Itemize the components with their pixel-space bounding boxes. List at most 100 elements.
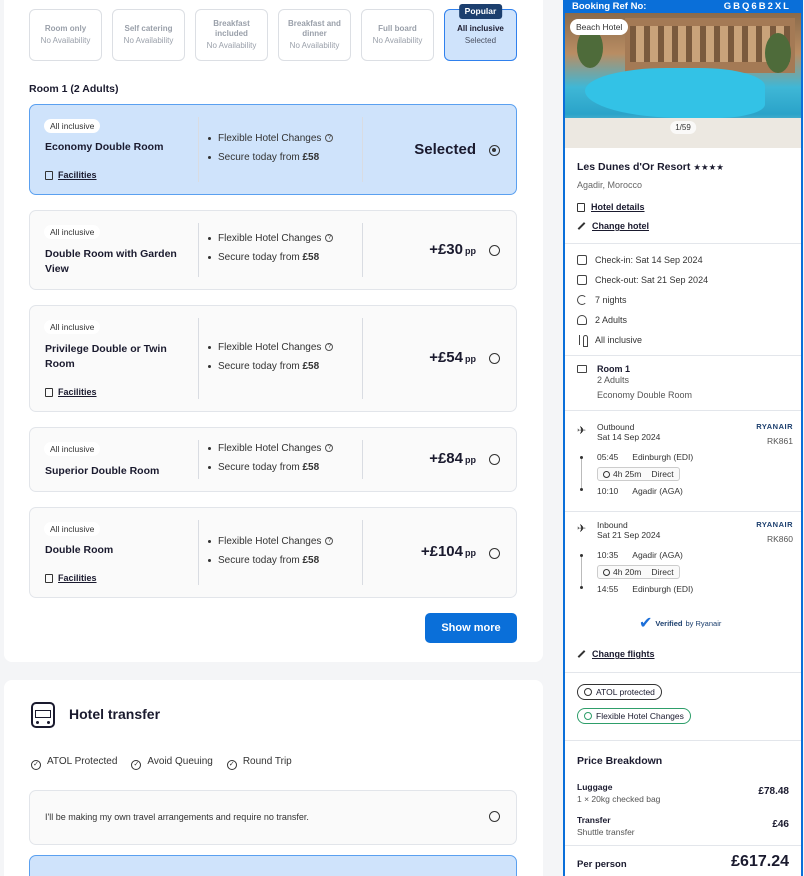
room-type: Economy Double Room xyxy=(597,390,693,400)
pencil-icon xyxy=(577,650,586,658)
feature-secure: Secure today from xyxy=(218,555,303,566)
board-room-only[interactable]: Room only No Availability xyxy=(29,9,102,61)
room-selection-card: Room only No Availability Self catering … xyxy=(4,0,543,662)
per-person-price: £617.24 xyxy=(731,853,789,870)
clock-icon xyxy=(603,471,610,478)
transfer-price: £46 xyxy=(772,819,789,830)
nights-text: 7 nights xyxy=(595,295,627,305)
bed-icon xyxy=(577,365,587,373)
booking-ref-label: Booking Ref No: xyxy=(572,1,647,12)
booking-summary: Booking Ref No: GBQ6B2XL Beach Hotel 1/5… xyxy=(563,0,803,876)
flight-duration: 4h 20m Direct xyxy=(597,565,680,579)
facilities-label: Facilities xyxy=(58,573,97,583)
info-icon[interactable]: ? xyxy=(325,537,334,546)
bus-icon xyxy=(31,702,55,728)
room-option-superior-double[interactable]: All inclusive Superior Double Room Flexi… xyxy=(29,427,517,492)
transfer-radio[interactable] xyxy=(489,811,500,822)
moon-icon xyxy=(577,295,587,305)
transfer-features: ✓ ATOL Protected ✓ Avoid Queuing ✓ Round Tr… xyxy=(31,756,292,770)
room-features: Flexible Hotel Changes? Secure today fro… xyxy=(208,532,334,570)
board-breakfast-included[interactable]: Breakfast included No Availability xyxy=(195,9,268,61)
room-radio[interactable] xyxy=(489,454,500,465)
room-option-garden-view[interactable]: All inclusive Double Room with Garden Vi… xyxy=(29,210,517,290)
facilities-link[interactable]: Facilities xyxy=(45,170,97,180)
transfer-name: Transfer xyxy=(577,815,611,825)
check-circle-icon: ✓ xyxy=(226,760,237,770)
board-breakfast-dinner[interactable]: Breakfast and dinner No Availability xyxy=(278,9,351,61)
price-breakdown-title: Price Breakdown xyxy=(577,755,663,767)
board-full-board[interactable]: Full board No Availability xyxy=(361,9,434,61)
info-icon[interactable]: ? xyxy=(325,134,334,143)
board-status: No Availability xyxy=(289,41,340,50)
room-radio[interactable] xyxy=(489,145,500,156)
price-amount: +£54 xyxy=(429,349,463,366)
shield-icon xyxy=(584,688,592,696)
room-option-privilege-double[interactable]: All inclusive Privilege Double or Twin R… xyxy=(29,305,517,412)
transfer-option-shuttle[interactable] xyxy=(29,855,517,876)
flight-type: Direct xyxy=(651,567,674,577)
change-hotel-link[interactable]: Change hotel xyxy=(577,221,649,231)
hotel-name-text: Les Dunes d'Or Resort xyxy=(577,161,691,173)
board-status: Selected xyxy=(464,36,497,45)
flight-direction: Outbound xyxy=(597,422,635,432)
hotel-image[interactable]: Beach Hotel 1/59 xyxy=(565,13,801,148)
duration-text: 4h 20m xyxy=(613,567,642,577)
room-radio[interactable] xyxy=(489,353,500,364)
link-label: Change flights xyxy=(592,649,655,659)
transfer-option-none[interactable]: I'll be making my own travel arrangement… xyxy=(29,790,517,845)
board-options: Room only No Availability Self catering … xyxy=(29,4,517,61)
price-amount: +£30 xyxy=(429,241,463,258)
board-badge: All inclusive xyxy=(44,320,101,334)
board-name: Breakfast included xyxy=(213,19,250,38)
room-option-double-room[interactable]: All inclusive Double Room Facilities Fle… xyxy=(29,507,517,598)
flight-direction: Inbound xyxy=(597,520,628,530)
check-circle-icon: ✓ xyxy=(31,760,41,770)
info-icon[interactable]: ? xyxy=(325,234,334,243)
plane-icon: ✈ xyxy=(577,523,587,535)
arrival: 10:10 Agadir (AGA) xyxy=(597,486,683,496)
selected-label: Selected xyxy=(414,141,476,158)
change-flights-link[interactable]: Change flights xyxy=(577,649,655,659)
link-label: Change hotel xyxy=(592,221,650,231)
room-features: Flexible Hotel Changes? Secure today fro… xyxy=(208,338,334,376)
facilities-link[interactable]: Facilities xyxy=(45,387,97,397)
arrival: 14:55 Edinburgh (EDI) xyxy=(597,584,693,594)
secure-price: £58 xyxy=(302,152,320,163)
hotel-details-link[interactable]: Hotel details xyxy=(577,202,645,212)
flight-duration: 4h 25m Direct xyxy=(597,467,680,481)
info-icon[interactable]: ? xyxy=(325,444,334,453)
hotel-name: Les Dunes d'Or Resort ★★★★ xyxy=(577,161,724,173)
flight-date: Sat 14 Sep 2024 xyxy=(597,432,661,442)
transfer-row: Transfer Shuttle transfer £46 xyxy=(577,815,789,837)
calendar-icon xyxy=(577,275,587,285)
adults-info: 2 Adults xyxy=(577,315,627,325)
arr-airport: Agadir (AGA) xyxy=(632,486,683,496)
per-person-label: Per person xyxy=(577,859,627,870)
check-circle-icon: ✓ xyxy=(131,760,142,770)
room-option-economy-double[interactable]: All inclusive Economy Double Room Facili… xyxy=(29,104,517,195)
facilities-link[interactable]: Facilities xyxy=(45,573,97,583)
room-features: Flexible Hotel Changes? Secure today fro… xyxy=(208,229,334,267)
transfer-desc: Shuttle transfer xyxy=(577,827,635,837)
show-more-button[interactable]: Show more xyxy=(425,613,517,643)
board-status: No Availability xyxy=(206,41,257,50)
board-info: All inclusive xyxy=(577,335,642,347)
verified-check-icon: ✔ xyxy=(639,615,653,632)
room-radio[interactable] xyxy=(489,548,500,559)
flexible-badge: Flexible Hotel Changes xyxy=(577,708,691,724)
popular-badge: Popular xyxy=(458,4,503,19)
price-amount: +£104 xyxy=(420,543,463,560)
transfer-feature: ✓ ATOL Protected xyxy=(31,756,117,770)
price-amount: +£84 xyxy=(429,450,463,467)
ryanair-logo: RYANAIR xyxy=(756,520,793,529)
flight-date: Sat 21 Sep 2024 xyxy=(597,530,661,540)
board-all-inclusive[interactable]: Popular All inclusive Selected xyxy=(444,4,517,61)
board-self-catering[interactable]: Self catering No Availability xyxy=(112,9,185,61)
info-icon[interactable]: ? xyxy=(325,343,334,352)
feature-flexible: Flexible Hotel Changes xyxy=(218,233,322,244)
secure-price: £58 xyxy=(302,462,320,473)
room-name: Privilege Double or Twin Room xyxy=(45,343,167,371)
feature-secure: Secure today from xyxy=(218,361,303,372)
room-radio[interactable] xyxy=(489,245,500,256)
star-rating: ★★★★ xyxy=(693,162,724,172)
